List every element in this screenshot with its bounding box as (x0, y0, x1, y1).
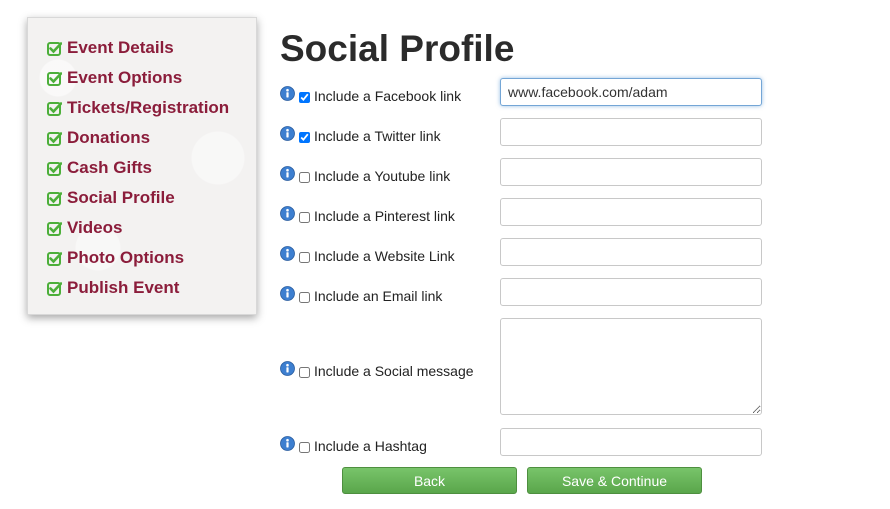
sidebar-item-tickets-registration[interactable]: Tickets/Registration (47, 97, 229, 119)
social-message-row: Include a Social message (280, 360, 474, 380)
info-icon[interactable] (280, 285, 295, 301)
sidebar-item-label: Event Details (67, 38, 174, 57)
hashtag-row: Include a Hashtag (280, 435, 427, 455)
info-icon[interactable] (280, 435, 295, 451)
twitter-url-input[interactable] (500, 118, 762, 146)
check-square-icon (47, 221, 62, 236)
twitter-label: Include a Twitter link (314, 128, 441, 144)
sidebar-item-event-details[interactable]: Event Details (47, 37, 174, 59)
info-icon[interactable] (280, 205, 295, 221)
save-continue-button[interactable]: Save & Continue (527, 467, 702, 494)
website-row: Include a Website Link (280, 245, 455, 265)
info-icon[interactable] (280, 85, 295, 101)
hashtag-label: Include a Hashtag (314, 438, 427, 454)
facebook-checkbox[interactable] (299, 91, 310, 103)
info-icon[interactable] (280, 125, 295, 141)
facebook-row: Include a Facebook link (280, 85, 462, 105)
sidebar-item-event-options[interactable]: Event Options (47, 67, 182, 89)
twitter-checkbox[interactable] (299, 131, 310, 143)
sidebar-item-label: Cash Gifts (67, 158, 153, 177)
facebook-url-input[interactable] (500, 78, 762, 106)
email-checkbox[interactable] (299, 291, 310, 303)
sidebar-item-label: Social Profile (67, 188, 175, 207)
info-icon[interactable] (280, 245, 295, 261)
sidebar-item-cash-gifts[interactable]: Cash Gifts (47, 157, 152, 179)
sidebar-item-publish-event[interactable]: Publish Event (47, 277, 179, 299)
website-url-input[interactable] (500, 238, 762, 266)
sidebar-item-label: Tickets/Registration (67, 98, 230, 117)
social-message-label: Include a Social message (314, 363, 474, 379)
youtube-label: Include a Youtube link (314, 168, 451, 184)
step-sidebar: Event Details Event Options Tickets/Regi… (27, 17, 257, 315)
info-icon[interactable] (280, 165, 295, 181)
sidebar-item-donations[interactable]: Donations (47, 127, 150, 149)
youtube-url-input[interactable] (500, 158, 762, 186)
sidebar-item-social-profile[interactable]: Social Profile (47, 187, 175, 209)
check-square-icon (47, 161, 62, 176)
check-square-icon (47, 191, 62, 206)
sidebar-item-label: Videos (67, 218, 123, 237)
check-square-icon (47, 41, 62, 56)
social-message-checkbox[interactable] (299, 366, 310, 378)
pinterest-label: Include a Pinterest link (314, 208, 455, 224)
pinterest-checkbox[interactable] (299, 211, 310, 223)
sidebar-item-label: Donations (67, 128, 151, 147)
check-square-icon (47, 71, 62, 86)
sidebar-item-photo-options[interactable]: Photo Options (47, 247, 184, 269)
hashtag-input[interactable] (500, 428, 762, 456)
check-square-icon (47, 251, 62, 266)
sidebar-item-videos[interactable]: Videos (47, 217, 122, 239)
social-message-textarea[interactable] (500, 318, 762, 415)
youtube-row: Include a Youtube link (280, 165, 451, 185)
pinterest-row: Include a Pinterest link (280, 205, 455, 225)
website-checkbox[interactable] (299, 251, 310, 263)
youtube-checkbox[interactable] (299, 171, 310, 183)
facebook-label: Include a Facebook link (314, 88, 462, 104)
email-row: Include an Email link (280, 285, 443, 305)
check-square-icon (47, 131, 62, 146)
back-button[interactable]: Back (342, 467, 517, 494)
hashtag-checkbox[interactable] (299, 441, 310, 453)
sidebar-item-label: Event Options (67, 68, 183, 87)
check-square-icon (47, 101, 62, 116)
twitter-row: Include a Twitter link (280, 125, 441, 145)
website-label: Include a Website Link (314, 248, 455, 264)
info-icon[interactable] (280, 360, 295, 376)
sidebar-item-label: Photo Options (67, 248, 185, 267)
page-title: Social Profile (280, 28, 515, 69)
email-label: Include an Email link (314, 288, 443, 304)
sidebar-item-label: Publish Event (67, 278, 180, 297)
email-input[interactable] (500, 278, 762, 306)
check-square-icon (47, 281, 62, 296)
pinterest-url-input[interactable] (500, 198, 762, 226)
